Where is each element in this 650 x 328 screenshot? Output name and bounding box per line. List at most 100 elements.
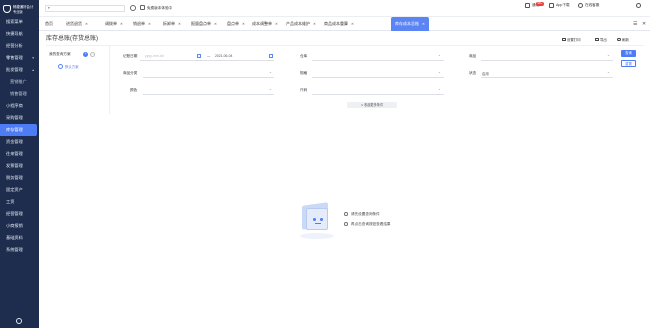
size-label: 尺码 [300,88,308,92]
sidebar-item[interactable]: 营销推广 [0,76,39,88]
empty-state-illustration [294,200,338,244]
empty-tip-1: 请先设置查询条件 [351,211,380,216]
service-link[interactable]: 在线客服 [585,3,599,8]
tab[interactable]: 商品成本重算 ✕ [320,17,358,31]
logo-icon [3,5,11,13]
scheme-item-label: 默认方案 [65,65,79,69]
sidebar-nav: 搜索菜单 快捷导航经营分析零售管理 ▾ 批发管理 ▴ 营销推广销售管理 小程序商 采购管理库存… [0,16,39,256]
info-icon [344,222,348,226]
spec-select[interactable] [312,77,444,78]
tab[interactable]: 调拨单 ✕ [101,17,127,31]
sidebar-item-label: 营销推广 [10,79,27,84]
status-select-value[interactable]: 启用 [482,71,489,76]
company-select[interactable]: ▾ [45,5,125,12]
query-button[interactable]: 查询 [621,50,636,57]
close-icon[interactable]: ✕ [313,22,316,26]
clock-icon[interactable] [130,5,136,11]
sidebar-item[interactable]: 库存管理 [0,124,37,136]
tabs-menu-icon[interactable]: ☰ [633,21,637,27]
sidebar-item[interactable]: 往来管理 [0,148,39,160]
sidebar-item[interactable]: 零售管理 ▾ [0,52,39,64]
close-icon[interactable]: ✕ [275,22,278,26]
sidebar-item[interactable]: 快捷导航 [0,28,39,40]
illustration-shadow [300,233,334,239]
sidebar-item[interactable]: 小程序商 [0,100,39,112]
tab-label: 商品成本重算 [324,21,348,26]
sidebar-item[interactable]: 资金管理 [0,136,39,148]
sidebar-item[interactable]: 固定资产 [0,184,39,196]
status-select[interactable] [481,77,613,78]
close-icon[interactable]: ✕ [422,22,425,26]
sidebar-item[interactable]: 税务管理 [0,172,39,184]
tab[interactable]: 报量盘点单 ✕ [187,17,221,31]
reset-button[interactable]: 重置 [621,60,636,67]
chevron-icon: ▾ [32,56,34,60]
goods-select[interactable] [481,60,613,61]
bell-icon[interactable] [525,2,530,8]
sidebar-item[interactable]: 基础资料 [0,232,39,244]
chevron-down-icon[interactable]: ⌄ [607,70,610,74]
close-icon[interactable]: ✕ [351,22,354,26]
sidebar-item[interactable]: 发票管理 [0,160,39,172]
refresh-button[interactable]: 刷新 [622,37,629,42]
tab[interactable]: 进货退货 ✕ [62,17,92,31]
close-icon[interactable]: ✕ [242,22,245,26]
close-icon[interactable]: ✕ [120,22,123,26]
close-icon[interactable]: ✕ [85,22,88,26]
sidebar-item[interactable]: 经营分析 [0,40,39,52]
close-icon[interactable]: ✕ [178,22,181,26]
calendar-icon[interactable] [197,54,201,58]
goods-class-select[interactable] [143,77,274,78]
sidebar-item[interactable]: 销售管理 [0,88,39,100]
sidebar-item[interactable]: 采购管理 [0,112,39,124]
refresh-icon [617,37,621,41]
size-select[interactable] [312,94,444,95]
version-switch-link[interactable]: 免费版本体验中 [147,6,172,11]
tab[interactable]: 产品成本维护 ✕ [282,17,320,31]
sidebar: 畅捷通好会计 专业版 搜索菜单 快捷导航 经营分析 零售管理 ▾ 批发管理 ▴ 营销推广 销售管… [0,0,39,328]
tab[interactable]: 拆卸单 ✕ [159,17,185,31]
sidebar-item[interactable]: 搜索菜单 [0,16,39,28]
chevron-down-icon[interactable]: ⌄ [438,87,441,91]
sidebar-item-label: 经营分析 [6,43,23,48]
sidebar-item[interactable]: 批发管理 ▴ [0,64,39,76]
date-underline [140,60,274,61]
tab[interactable]: 库存成本总账 ✕ [391,17,429,31]
print-settings-button[interactable]: 设置打印 [567,37,581,42]
app-download-link[interactable]: App下载 [556,3,570,8]
chevron-down-icon[interactable]: ⌄ [607,53,610,57]
chevron-down-icon[interactable]: ⌄ [438,53,441,57]
sidebar-item[interactable]: 系统管理 [0,244,39,256]
sidebar-item[interactable]: 小商报销 [0,220,39,232]
close-all-tabs-icon[interactable]: ✕ [642,21,646,27]
close-icon[interactable]: ✕ [214,22,217,26]
color-select[interactable] [143,94,274,95]
sidebar-item[interactable]: 经营管理 [0,208,39,220]
export-icon [595,37,599,41]
add-scheme-button[interactable]: + [83,51,88,57]
sidebar-item-label: 库存管理 [6,127,23,132]
chevron-down-icon[interactable]: ⌄ [269,87,272,91]
tab[interactable]: 销退单 ✕ [129,17,155,31]
date-end-input[interactable]: 2021-06-04 [215,54,232,58]
chevron-down-icon[interactable]: ⌄ [438,70,441,74]
chevron-down-icon[interactable]: ⌄ [269,70,272,74]
sidebar-item[interactable]: 工资 [0,196,39,208]
eye-shape [320,218,323,221]
tab-label: 报量盘点单 [191,21,211,26]
collapse-conditions-button[interactable]: ∧ 收起更多条件 [347,102,397,108]
warehouse-select[interactable] [312,60,444,61]
calendar-icon[interactable] [269,54,273,58]
tab-label: 销退单 [133,21,145,26]
scheme-options-button[interactable]: ⋯ [90,51,95,57]
gear-icon[interactable] [16,318,22,324]
tab[interactable]: 成本调整单 ✕ [248,17,282,31]
help-icon[interactable] [636,2,641,8]
export-button[interactable]: 导出 [600,37,607,42]
tab[interactable]: 首页 [41,17,57,31]
chevron-down-icon: ▾ [48,6,50,10]
close-icon[interactable]: ✕ [148,22,151,26]
tab[interactable]: 盘点单 ✕ [223,17,249,31]
tab-label: 产品成本维护 [286,21,310,26]
date-start-input[interactable]: yyyy-mm-dd [145,54,163,58]
